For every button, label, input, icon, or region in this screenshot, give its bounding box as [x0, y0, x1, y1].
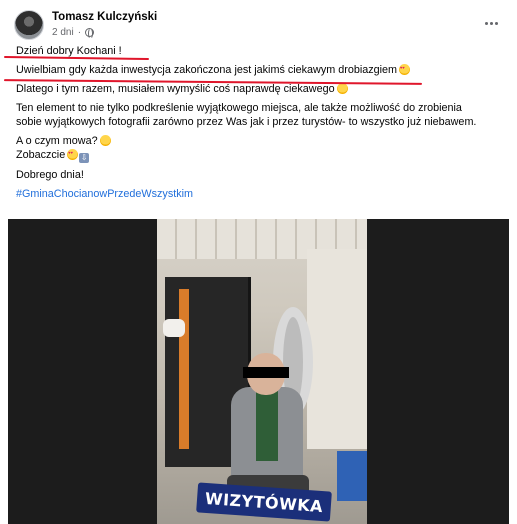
text-line-question-text: A o czym mowa? — [16, 135, 98, 147]
down-arrow-emoji-icon: ⇩ — [79, 153, 90, 163]
text-line-investment: Uwielbiam gdy każda inwestycja zakończon… — [16, 63, 506, 77]
text-line-element-2: sobie wyjątkowych fotografii zarówno prz… — [16, 116, 477, 128]
facebook-post: Tomasz Kulczyński 2 dni · Dzień dobry Ko… — [0, 0, 517, 524]
blue-crate — [337, 451, 367, 501]
hashtag-link[interactable]: #GminaChocianowPrzedeWszystkim — [16, 187, 506, 201]
text-line-see-text: Zobaczcie — [16, 149, 66, 161]
text-line-see: Zobaczcie ⇩ — [16, 148, 506, 163]
post-meta: 2 dni · — [52, 27, 95, 39]
globe-icon — [85, 28, 95, 39]
dot-separator: · — [77, 27, 82, 38]
post-time[interactable]: 2 dni — [52, 27, 74, 38]
author-avatar[interactable] — [14, 10, 44, 40]
text-line-dlatego-text: Dlatego i tym razem, musiałem wymyślić c… — [16, 83, 335, 95]
heart-eyes-emoji-icon-2 — [67, 149, 79, 160]
truck-wall — [307, 249, 367, 449]
video-banner-text: WIZYTÓWKA — [204, 488, 324, 516]
orange-strap — [179, 289, 189, 449]
video-banner: WIZYTÓWKA — [196, 482, 332, 522]
censor-bar — [243, 367, 289, 378]
text-line-investment-text: Uwielbiam gdy każda inwestycja zakończon… — [16, 64, 398, 76]
video-frame[interactable]: WIZYTÓWKA — [157, 219, 367, 524]
more-options-icon[interactable] — [478, 10, 504, 36]
post-text: Dzień dobry Kochani ! Uwielbiam gdy każd… — [16, 44, 506, 201]
white-cloth — [163, 319, 185, 337]
post-header: Tomasz Kulczyński 2 dni · — [14, 10, 504, 40]
text-line-question: A o czym mowa? — [16, 134, 506, 148]
post-video[interactable]: WIZYTÓWKA — [8, 219, 509, 524]
text-line-goodbye: Dobrego dnia! — [16, 169, 84, 181]
heart-eyes-emoji-icon — [399, 64, 411, 75]
text-line-greeting: Dzień dobry Kochani ! — [16, 45, 122, 57]
thinking-emoji-icon — [99, 135, 111, 146]
author-name[interactable]: Tomasz Kulczyński — [52, 11, 157, 23]
text-line-element-1: Ten element to nie tylko podkreślenie wy… — [16, 102, 462, 114]
smiling-emoji-icon — [336, 83, 348, 94]
person-shirt — [256, 391, 278, 461]
text-line-dlatego: Dlatego i tym razem, musiałem wymyślić c… — [16, 82, 506, 96]
